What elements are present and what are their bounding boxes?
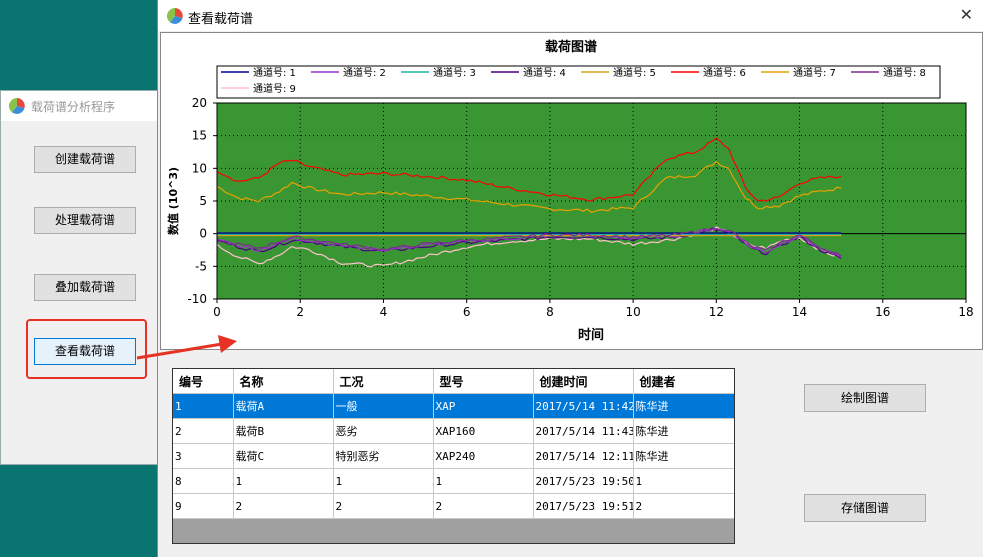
table-row[interactable]: 3 载荷C 特别恶劣 XAP240 2017/5/14 12:11 陈华进 — [173, 443, 734, 469]
column-header[interactable]: 创建者 — [633, 369, 734, 394]
column-header[interactable]: 编号 — [173, 369, 234, 394]
table-cell[interactable]: 1 — [633, 468, 734, 494]
legend-label: 通道号: 3 — [433, 66, 476, 79]
legend-label: 通道号: 8 — [883, 66, 926, 79]
table-cell[interactable]: 1 — [433, 468, 534, 494]
legend-label: 通道号: 2 — [343, 66, 386, 79]
table-cell[interactable]: 恶劣 — [333, 418, 434, 444]
table-cell[interactable]: 2 — [233, 493, 334, 519]
table-row[interactable]: 9 2 2 2 2017/5/23 19:51 2 — [173, 493, 734, 519]
table-cell[interactable]: XAP160 — [433, 418, 534, 444]
x-tick-label: 8 — [546, 305, 554, 319]
table-cell[interactable]: 载荷C — [233, 443, 334, 469]
main-window: 查看载荷谱 ✕ 载荷图谱 通道号: 1 通道号: 2 通道号: 3 通道号: 4 通道号… — [157, 0, 983, 557]
table-cell[interactable]: 3 — [173, 443, 234, 469]
x-tick-label: 6 — [463, 305, 471, 319]
main-window-title: 查看载荷谱 — [188, 12, 254, 27]
y-tick-label: -10 — [187, 292, 207, 306]
table-cell[interactable]: 9 — [173, 493, 234, 519]
y-tick-label: 20 — [192, 96, 207, 110]
table-cell[interactable]: 2017/5/23 19:51 — [533, 493, 634, 519]
chart-panel: 载荷图谱 通道号: 1 通道号: 2 通道号: 3 通道号: 4 通道号: 5 通道号: … — [160, 32, 983, 350]
highlight-box — [26, 319, 147, 379]
x-tick-label: 18 — [958, 305, 973, 319]
column-header[interactable]: 创建时间 — [533, 369, 634, 394]
table-cell[interactable]: 1 — [233, 468, 334, 494]
x-tick-label: 12 — [709, 305, 724, 319]
x-tick-label: 2 — [296, 305, 304, 319]
back-window-titlebar: 载荷谱分析程序 — [1, 91, 161, 121]
table-cell[interactable]: 2017/5/14 12:11 — [533, 443, 634, 469]
close-icon[interactable]: ✕ — [960, 6, 973, 24]
chart-title: 载荷图谱 — [545, 39, 597, 55]
table-cell[interactable]: 2 — [433, 493, 534, 519]
x-tick-label: 14 — [792, 305, 807, 319]
legend-label: 通道号: 5 — [613, 66, 656, 79]
y-tick-label: -5 — [195, 259, 207, 273]
table-cell[interactable]: 1 — [333, 468, 434, 494]
y-tick-label: 0 — [199, 227, 207, 241]
table-cell[interactable]: XAP240 — [433, 443, 534, 469]
legend-label: 通道号: 7 — [793, 66, 836, 79]
legend-label: 通道号: 1 — [253, 66, 296, 79]
table-row[interactable]: 2 载荷B 恶劣 XAP160 2017/5/14 11:43 陈华进 — [173, 418, 734, 444]
legend-label: 通道号: 6 — [703, 66, 746, 79]
x-tick-label: 0 — [213, 305, 221, 319]
x-tick-label: 10 — [625, 305, 640, 319]
table-cell[interactable]: 2017/5/14 11:43 — [533, 418, 634, 444]
pie-chart-icon — [8, 97, 25, 117]
y-tick-label: 15 — [192, 129, 207, 143]
table-cell[interactable]: 一般 — [333, 393, 434, 419]
table-cell[interactable]: 陈华进 — [633, 393, 734, 419]
table-cell[interactable]: 8 — [173, 468, 234, 494]
y-tick-label: 5 — [199, 194, 207, 208]
overlay-spectrum-button[interactable]: 叠加载荷谱 — [34, 274, 136, 301]
y-tick-label: 10 — [192, 161, 207, 175]
table-cell[interactable]: XAP — [433, 393, 534, 419]
draw-spectrum-button[interactable]: 绘制图谱 — [804, 384, 926, 412]
column-header[interactable]: 名称 — [233, 369, 334, 394]
column-header[interactable]: 工况 — [333, 369, 434, 394]
table-cell[interactable]: 陈华进 — [633, 418, 734, 444]
x-axis-label: 时间 — [578, 327, 604, 343]
legend-label: 通道号: 4 — [523, 66, 566, 79]
back-window: 载荷谱分析程序 创建载荷谱 处理载荷谱 叠加载荷谱 查看载荷谱 — [0, 90, 162, 465]
table-row[interactable]: 1 载荷A 一般 XAP 2017/5/14 11:42 陈华进 — [173, 393, 734, 419]
table-cell[interactable]: 陈华进 — [633, 443, 734, 469]
table-cell[interactable]: 载荷B — [233, 418, 334, 444]
table-cell[interactable]: 1 — [173, 393, 234, 419]
back-window-title: 载荷谱分析程序 — [31, 100, 116, 114]
table-cell[interactable]: 载荷A — [233, 393, 334, 419]
y-axis-label: 数值 (10^3) — [166, 167, 180, 235]
table-cell[interactable]: 2 — [333, 493, 434, 519]
table-cell[interactable]: 2 — [633, 493, 734, 519]
x-tick-label: 4 — [380, 305, 388, 319]
table-cell[interactable]: 2 — [173, 418, 234, 444]
pie-chart-icon — [166, 7, 183, 27]
table-row[interactable]: 8 1 1 1 2017/5/23 19:50 1 — [173, 468, 734, 494]
spectrum-table: 编号 名称 工况 型号 创建时间 创建者 1 载荷A 一般 XAP 2017/5/14 11:42… — [172, 368, 735, 544]
main-window-titlebar: 查看载荷谱 ✕ — [158, 0, 983, 31]
table-cell[interactable]: 特别恶劣 — [333, 443, 434, 469]
save-spectrum-button[interactable]: 存储图谱 — [804, 494, 926, 522]
x-tick-label: 16 — [875, 305, 890, 319]
process-spectrum-button[interactable]: 处理载荷谱 — [34, 207, 136, 234]
create-spectrum-button[interactable]: 创建载荷谱 — [34, 146, 136, 173]
legend-label: 通道号: 9 — [253, 82, 296, 95]
column-header[interactable]: 型号 — [433, 369, 534, 394]
table-cell[interactable]: 2017/5/14 11:42 — [533, 393, 634, 419]
table-cell[interactable]: 2017/5/23 19:50 — [533, 468, 634, 494]
load-spectrum-chart: 载荷图谱 通道号: 1 通道号: 2 通道号: 3 通道号: 4 通道号: 5 通道号: … — [166, 39, 974, 343]
